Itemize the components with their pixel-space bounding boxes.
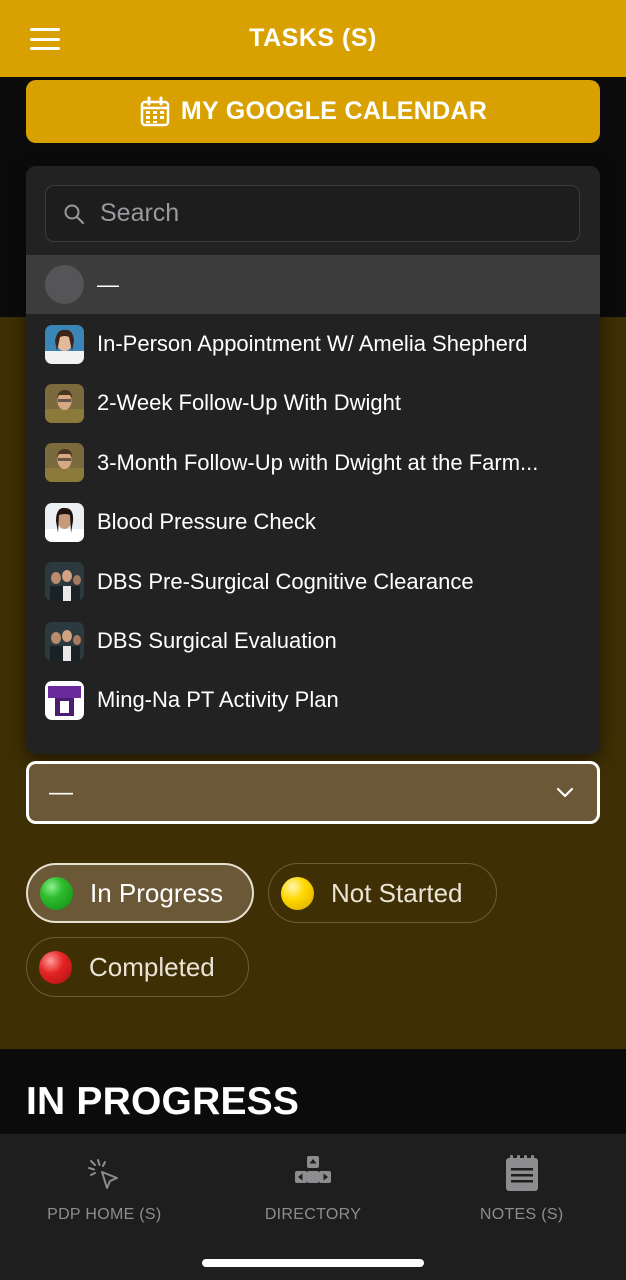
- search-field[interactable]: [45, 185, 580, 242]
- avatar-thumbnail: [45, 562, 84, 602]
- filter-chip-not-started[interactable]: Not Started: [268, 863, 497, 923]
- placeholder-avatar: [45, 265, 84, 305]
- avatar-thumbnail: [45, 680, 84, 720]
- page-title: TASKS (S): [249, 24, 377, 52]
- nav-notes[interactable]: NOTES (S): [417, 1134, 626, 1280]
- nav-label: PDP HOME (S): [47, 1206, 162, 1223]
- nav-pdp-home[interactable]: PDP HOME (S): [0, 1134, 209, 1280]
- list-item[interactable]: DBS Surgical Evaluation: [26, 611, 600, 670]
- avatar-thumbnail: [45, 383, 84, 423]
- list-item-label: Ming-Na PT Activity Plan: [97, 687, 339, 713]
- list-item-label: DBS Pre-Surgical Cognitive Clearance: [97, 568, 474, 594]
- nav-label: DIRECTORY: [264, 1206, 362, 1223]
- calendar-button-label: MY GOOGLE CALENDAR: [180, 97, 488, 125]
- green-status-icon: [40, 876, 73, 910]
- list-item[interactable]: Ming-Na PT Activity Plan: [26, 671, 600, 730]
- hamburger-menu-icon[interactable]: [30, 28, 60, 50]
- task-dropdown-panel: — In-Person Appointment W/ Amelia Shephe…: [26, 166, 600, 754]
- list-item-label: 3-Month Follow-Up with Dwight at the Far…: [97, 449, 539, 475]
- list-item-label: Blood Pressure Check: [97, 509, 316, 535]
- list-item[interactable]: In-Person Appointment W/ Amelia Shepherd: [26, 314, 600, 373]
- avatar-thumbnail: [45, 502, 84, 542]
- list-item[interactable]: 2-Week Follow-Up With Dwight: [26, 374, 600, 433]
- yellow-status-icon: [281, 876, 314, 910]
- avatar-thumbnail: [45, 621, 84, 661]
- search-input[interactable]: [100, 199, 540, 228]
- list-item[interactable]: DBS Pre-Surgical Cognitive Clearance: [26, 552, 600, 611]
- list-item[interactable]: 3-Month Follow-Up with Dwight at the Far…: [26, 433, 600, 492]
- chip-label: Not Started: [331, 877, 463, 908]
- avatar-thumbnail: [45, 443, 84, 483]
- home-indicator: [202, 1259, 424, 1267]
- list-item-label: DBS Surgical Evaluation: [97, 628, 337, 654]
- chevron-down-icon: [556, 787, 574, 797]
- notepad-icon: [505, 1155, 538, 1191]
- select-value: —: [49, 778, 73, 806]
- red-status-icon: [39, 950, 72, 984]
- app-header: TASKS (S): [0, 0, 626, 77]
- chip-label: Completed: [89, 951, 215, 982]
- list-item[interactable]: —: [26, 255, 600, 315]
- task-list: — In-Person Appointment W/ Amelia Shephe…: [26, 255, 600, 730]
- filter-chip-completed[interactable]: Completed: [26, 937, 249, 997]
- filter-chip-in-progress[interactable]: In Progress: [26, 863, 254, 923]
- search-icon: [64, 204, 84, 224]
- avatar-thumbnail: [45, 324, 84, 364]
- task-select[interactable]: —: [26, 761, 600, 824]
- section-heading: IN PROGRESS: [26, 1080, 300, 1123]
- nav-label: NOTES (S): [479, 1206, 564, 1223]
- chip-label: In Progress: [90, 877, 223, 908]
- cursor-click-icon: [88, 1159, 119, 1189]
- calendar-icon: [140, 96, 170, 126]
- list-item-label: —: [97, 271, 119, 297]
- list-item-label: 2-Week Follow-Up With Dwight: [97, 390, 402, 416]
- arrow-keys-icon: [295, 1156, 331, 1183]
- list-item-label: In-Person Appointment W/ Amelia Shepherd: [97, 331, 528, 357]
- google-calendar-button[interactable]: MY GOOGLE CALENDAR: [26, 80, 600, 143]
- list-item[interactable]: Blood Pressure Check: [26, 493, 600, 552]
